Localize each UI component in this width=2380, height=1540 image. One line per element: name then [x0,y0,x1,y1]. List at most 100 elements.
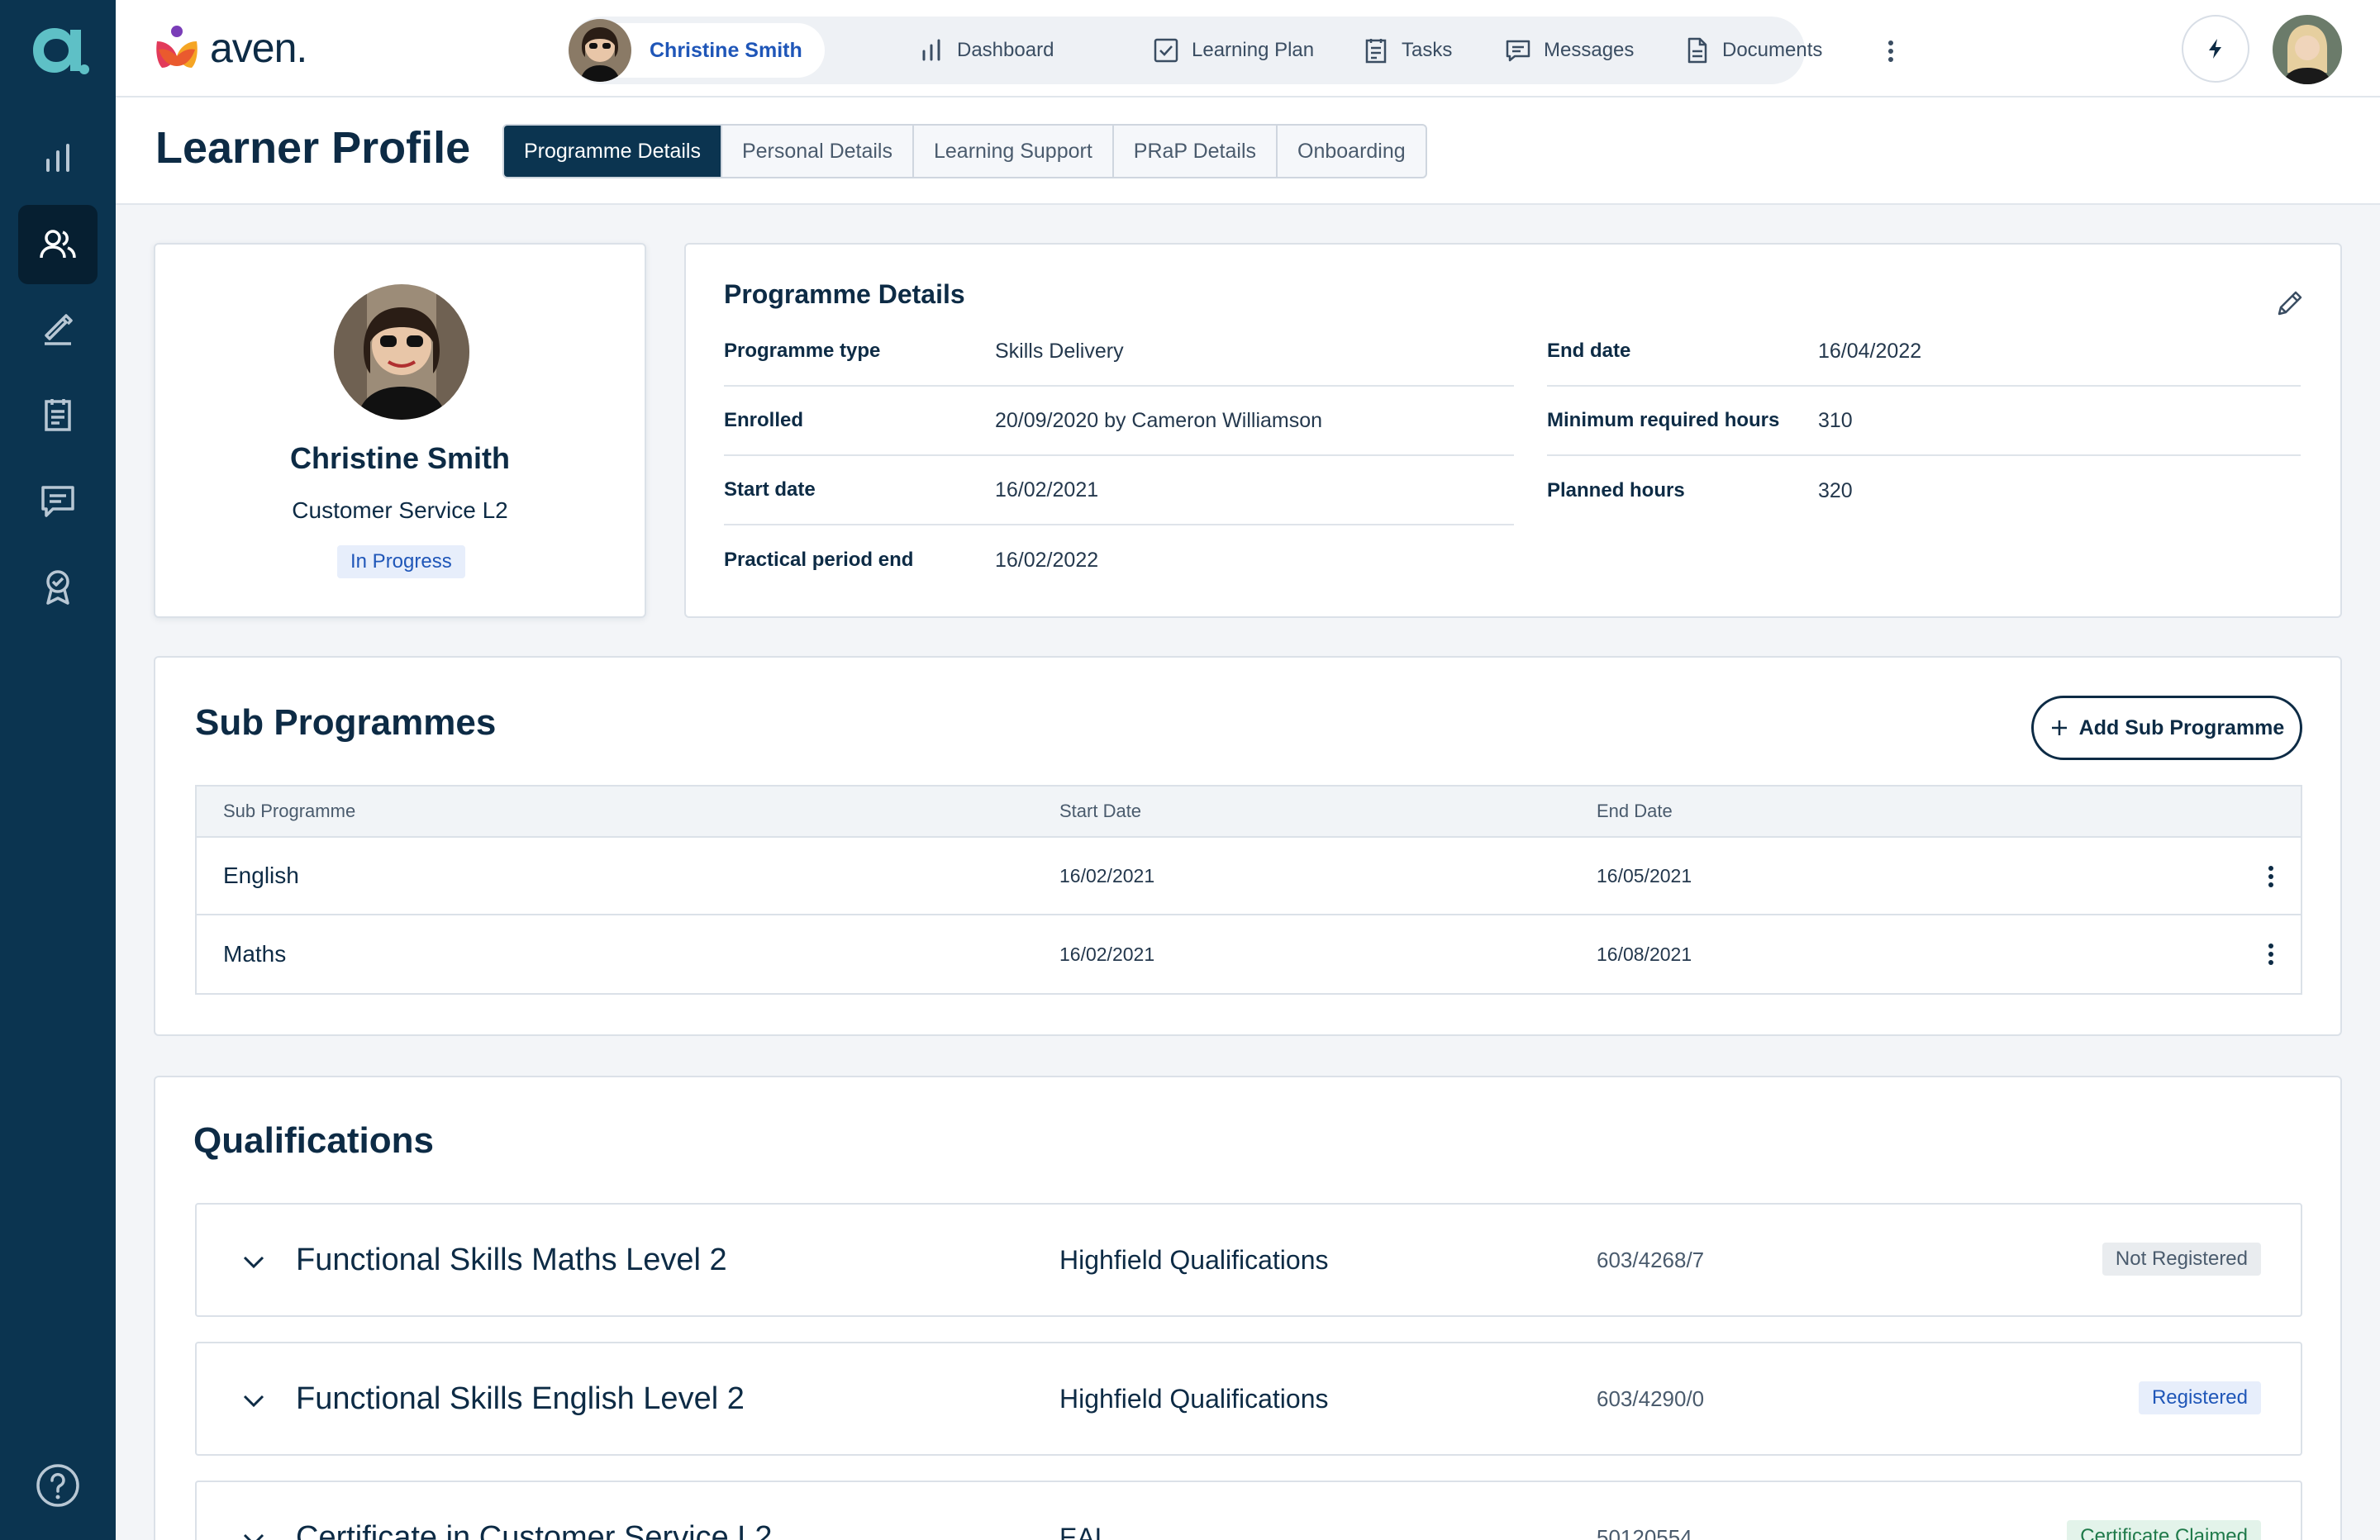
checkbox-icon [1154,38,1178,63]
field-label: Enrolled [724,409,804,431]
chevron-down-icon[interactable] [238,1385,269,1416]
field-value: 310 [1818,408,1853,432]
row-actions-button[interactable] [2254,860,2287,893]
brand-logo[interactable]: aven. [152,23,307,73]
field-value: 320 [1818,478,1853,502]
status-badge: Certificate Claimed [2067,1520,2261,1540]
qualification-row[interactable]: Functional Skills English Level 2 Highfi… [195,1342,2302,1456]
sub-programme-name: Maths [223,941,287,967]
status-badge: Not Registered [2102,1243,2261,1276]
users-icon [40,230,76,259]
tab-prap-details[interactable]: PRaP Details [1111,126,1276,177]
qualification-name: Certificate in Customer Service L2 [296,1519,773,1540]
qualification-code: 50120554 [1597,1524,1692,1540]
sidebar-item-messages[interactable] [18,461,98,540]
table-row[interactable]: English 16/02/2021 16/05/2021 [197,838,2301,915]
field-label: Programme type [724,340,881,362]
kebab-icon [1888,40,1893,62]
chart-icon [46,144,69,172]
sidebar-item-learners[interactable] [18,205,98,284]
tab-programme-details[interactable]: Programme Details [504,126,721,177]
help-button[interactable] [35,1462,81,1509]
table-header: Sub Programme Start Date End Date [197,787,2301,838]
document-icon [1687,37,1707,64]
learner-avatar [569,19,631,82]
learner-chip-name: Christine Smith [650,38,802,62]
column-header[interactable]: Start Date [1059,787,1141,836]
app-logo[interactable] [23,17,93,86]
field-enrolled: Enrolled 20/09/2020 by Cameron Williamso… [724,387,1514,456]
clipboard-icon [1365,39,1387,64]
field-end-date: End date 16/04/2022 [1547,317,2301,387]
table-row[interactable]: Maths 16/02/2021 16/08/2021 [197,915,2301,993]
sidebar-item-assessments[interactable] [18,289,98,368]
page-title: Learner Profile [155,123,471,173]
field-programme-type: Programme type Skills Delivery [724,317,1514,387]
column-header[interactable]: Sub Programme [223,787,355,836]
nav-more-button[interactable] [1874,35,1907,68]
nav-messages[interactable]: Messages [1504,17,1634,84]
pencil-icon [2278,291,2302,316]
column-header[interactable]: End Date [1597,787,1673,836]
quick-actions-button[interactable] [2182,15,2249,83]
nav-dashboard-label: Dashboard [957,39,1054,61]
edit-programme-button[interactable] [2273,288,2306,321]
field-label: Planned hours [1547,479,1685,501]
pen-icon [45,314,73,345]
field-label: Practical period end [724,549,914,571]
tab-learning-support[interactable]: Learning Support [912,126,1112,177]
add-sub-programme-label: Add Sub Programme [2078,715,2285,739]
sub-programme-name: English [223,863,299,888]
sidebar-item-dashboard[interactable] [18,119,98,198]
award-icon [46,570,69,605]
tab-personal-details[interactable]: Personal Details [720,126,912,177]
field-label: End date [1547,340,1631,362]
brand-name: aven. [210,25,307,71]
nav-documents-label: Documents [1722,39,1823,61]
field-minimum-required-hours: Minimum required hours 310 [1547,387,2301,456]
sub-programme-start: 16/02/2021 [1059,943,1155,965]
field-value: 16/02/2021 [995,478,1099,501]
sub-programme-end: 16/05/2021 [1597,864,1692,886]
profile-tabs: Programme Details Personal Details Learn… [502,124,1427,178]
field-label: Minimum required hours [1547,409,1780,431]
status-badge: In Progress [337,545,465,578]
qualification-row[interactable]: Functional Skills Maths Level 2 Highfiel… [195,1203,2302,1317]
top-bar: aven. Christine Smith Dashboard Learning… [116,0,2380,97]
qualifications-card: Qualifications Functional Skills Maths L… [154,1076,2342,1540]
sidebar-item-tasks[interactable] [18,375,98,454]
chevron-down-icon[interactable] [238,1246,269,1277]
field-value: 20/09/2020 by Cameron Williamson [995,408,1323,432]
status-badge: Registered [2138,1381,2261,1414]
kebab-icon [2268,866,2273,887]
learner-chip[interactable]: Christine Smith [569,19,825,82]
field-value: 16/04/2022 [1818,339,1922,363]
chevron-down-icon[interactable] [238,1523,269,1540]
learner-nav: Christine Smith Dashboard Learning Plan … [569,17,1893,84]
sidebar-item-achievements[interactable] [18,547,98,626]
nav-learning-plan[interactable]: Learning Plan [1152,17,1314,84]
tab-onboarding[interactable]: Onboarding [1276,126,1426,177]
sub-programmes-title: Sub Programmes [195,702,497,743]
page-header: Learner Profile Programme Details Person… [116,97,2380,205]
add-sub-programme-button[interactable]: Add Sub Programme [2031,696,2302,760]
qualifications-title: Qualifications [193,1120,434,1161]
programme-details-title: Programme Details [724,279,965,309]
current-user-avatar[interactable] [2273,15,2342,84]
programme-details-card: Programme Details Programme type Skills … [684,243,2342,618]
plus-icon [2051,720,2067,735]
qualification-name: Functional Skills Maths Level 2 [296,1242,727,1277]
row-actions-button[interactable] [2254,938,2287,971]
nav-tasks[interactable]: Tasks [1362,17,1452,84]
profile-name: Christine Smith [289,441,511,475]
sub-programmes-card: Sub Programmes Add Sub Programme Sub Pro… [154,656,2342,1036]
sub-programme-start: 16/02/2021 [1059,864,1155,886]
sidebar [0,0,116,1540]
qualification-row[interactable]: Certificate in Customer Service L2 EAL 5… [195,1481,2302,1540]
nav-tasks-label: Tasks [1402,39,1453,61]
field-practical-period-end: Practical period end 16/02/2022 [724,525,1514,595]
field-start-date: Start date 16/02/2021 [724,456,1514,525]
nav-documents[interactable]: Documents [1683,17,1822,84]
nav-dashboard[interactable]: Dashboard [917,17,1054,84]
field-value: Skills Delivery [995,339,1124,363]
